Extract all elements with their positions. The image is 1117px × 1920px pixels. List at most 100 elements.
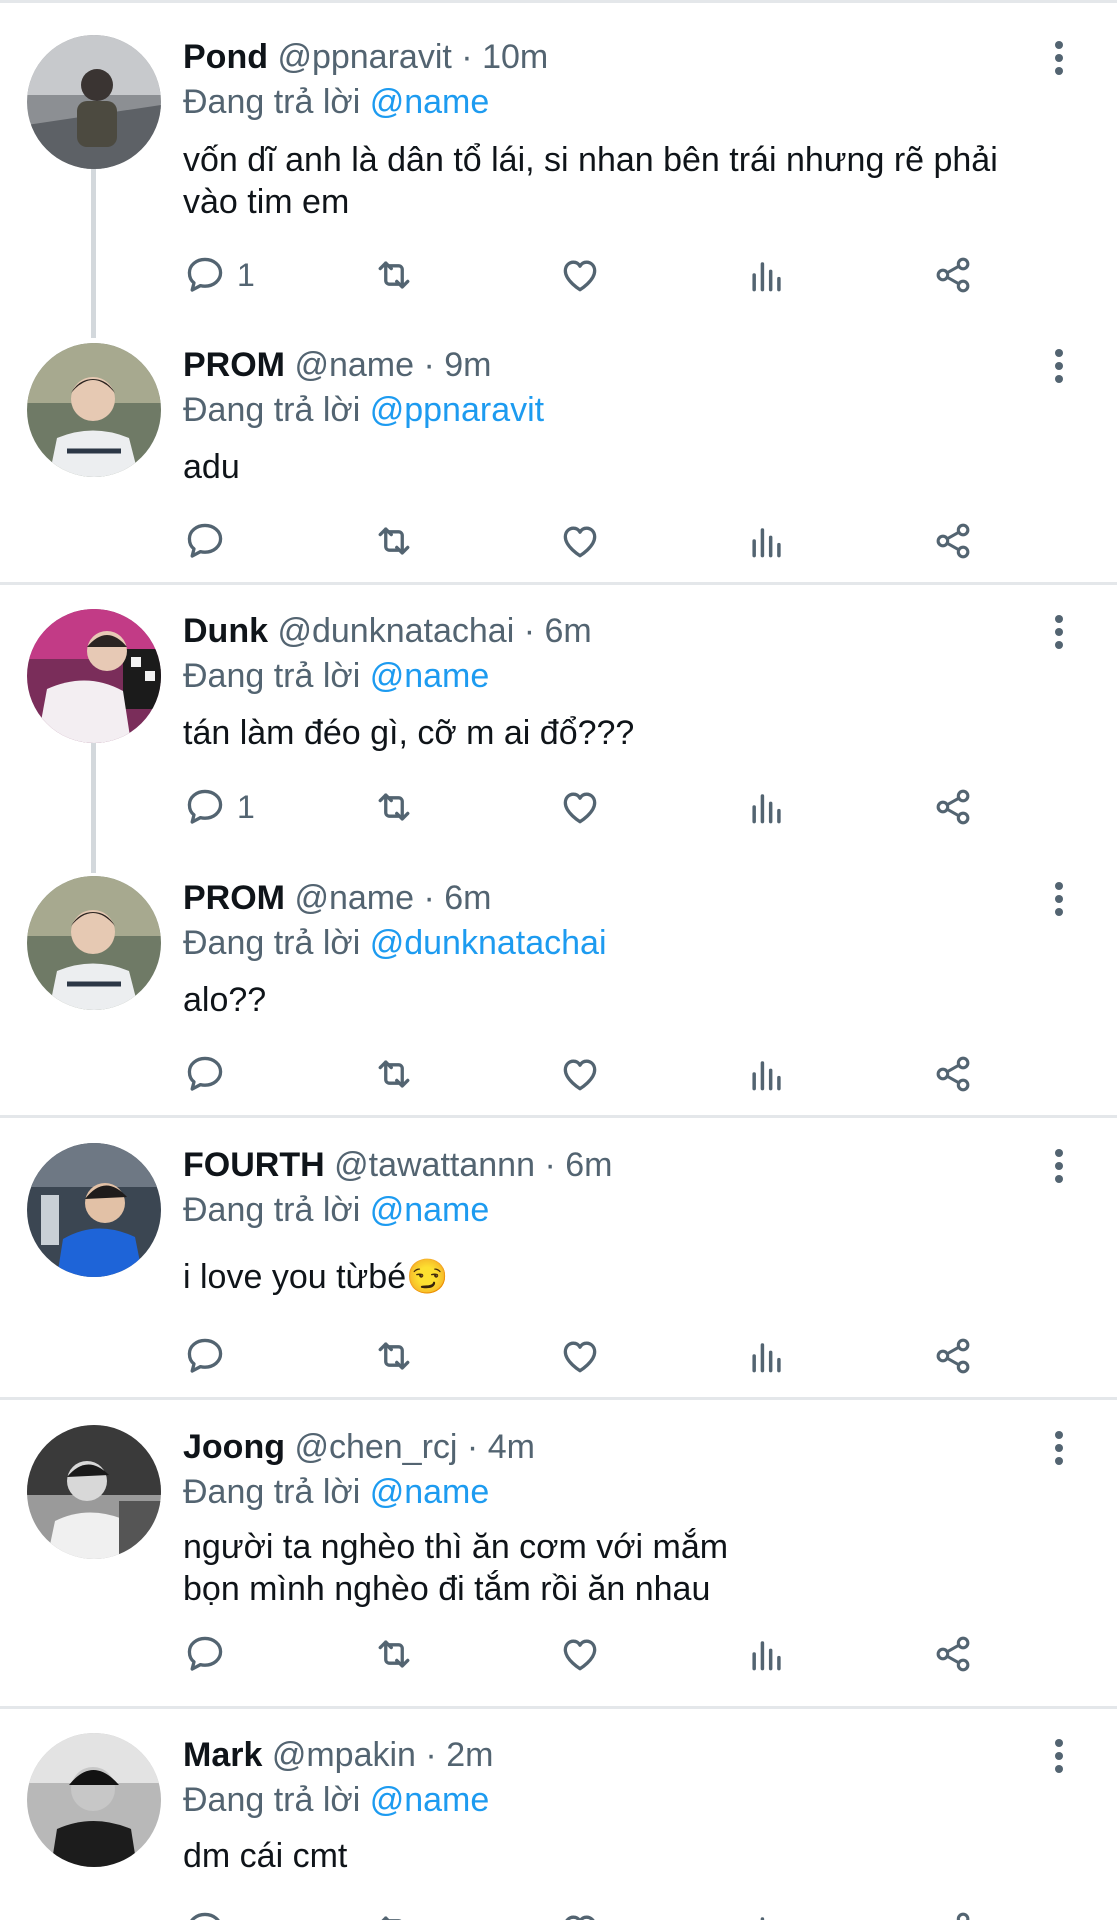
views-button[interactable] [745, 782, 789, 832]
views-icon [752, 1343, 781, 1373]
like-button[interactable] [558, 782, 602, 832]
tweet[interactable]: Pond @ppnaravit · 10m Đang trả lời @name… [0, 35, 1117, 305]
retweet-button[interactable] [372, 1049, 416, 1099]
display-name[interactable]: Mark [183, 1736, 262, 1774]
retweet-icon [378, 527, 410, 555]
reply-count: 1 [237, 256, 255, 293]
views-button[interactable] [745, 1629, 789, 1679]
handle[interactable]: @name [294, 879, 414, 917]
avatar[interactable] [27, 609, 161, 743]
more-vertical-icon[interactable] [1049, 882, 1069, 918]
more-vertical-icon[interactable] [1049, 349, 1069, 385]
avatar[interactable] [27, 1143, 161, 1277]
reply-button[interactable]: 1 [183, 250, 255, 300]
more-vertical-icon[interactable] [1049, 1149, 1069, 1185]
replying-to-label: Đang trả lời [183, 657, 361, 695]
avatar[interactable] [27, 1425, 161, 1559]
share-icon [936, 1338, 970, 1374]
reply-button[interactable] [183, 1905, 237, 1920]
views-icon [752, 1061, 781, 1091]
more-vertical-icon[interactable] [1049, 615, 1069, 651]
views-button[interactable] [745, 1905, 789, 1920]
tweet-text: người ta nghèo thì ăn cơm với mắm bọn mì… [183, 1528, 729, 1608]
timestamp[interactable]: 2m [446, 1736, 493, 1774]
share-button[interactable] [931, 516, 975, 566]
timestamp[interactable]: 6m [544, 612, 591, 650]
replying-to-handle[interactable]: @name [370, 1191, 490, 1229]
timestamp[interactable]: 4m [488, 1428, 535, 1466]
timestamp[interactable]: 9m [444, 346, 491, 384]
avatar[interactable] [27, 35, 161, 169]
share-button[interactable] [931, 1629, 975, 1679]
avatar[interactable] [27, 343, 161, 477]
avatar[interactable] [27, 1733, 161, 1867]
like-button[interactable] [558, 1049, 602, 1099]
tweet[interactable]: Joong @chen_rcj · 4m Đang trả lời @name … [0, 1425, 1117, 1685]
replying-to-label: Đang trả lời [183, 83, 361, 121]
views-button[interactable] [745, 516, 789, 566]
reply-icon [187, 257, 223, 292]
more-vertical-icon[interactable] [1049, 41, 1069, 77]
replying-to-handle[interactable]: @name [370, 657, 490, 695]
retweet-button[interactable] [372, 250, 416, 300]
retweet-button[interactable] [372, 1629, 416, 1679]
timestamp[interactable]: 10m [482, 38, 548, 76]
tweet[interactable]: FOURTH @tawattannn · 6m Đang trả lời @na… [0, 1143, 1117, 1383]
share-button[interactable] [931, 782, 975, 832]
tweet[interactable]: PROM @name · 9m Đang trả lời @ppnaravit … [0, 343, 1117, 563]
retweet-button[interactable] [372, 1905, 416, 1920]
handle[interactable]: @name [294, 346, 414, 384]
handle[interactable]: @dunknatachai [277, 612, 514, 650]
reply-button[interactable] [183, 1629, 237, 1679]
tweet-header: PROM @name · 9m [183, 346, 492, 384]
views-button[interactable] [745, 250, 789, 300]
handle[interactable]: @chen_rcj [294, 1428, 457, 1466]
retweet-icon [381, 1916, 402, 1920]
reply-button[interactable] [183, 516, 237, 566]
retweet-button[interactable] [372, 1331, 416, 1381]
replying-to-handle[interactable]: @ppnaravit [370, 391, 544, 429]
retweet-button[interactable] [372, 782, 416, 832]
retweet-button[interactable] [372, 516, 416, 566]
more-vertical-icon[interactable] [1049, 1739, 1069, 1775]
reply-button[interactable]: 1 [183, 782, 255, 832]
replying-to-handle[interactable]: @dunknatachai [370, 924, 607, 962]
handle[interactable]: @tawattannn [334, 1146, 535, 1184]
views-button[interactable] [745, 1331, 789, 1381]
reply-button[interactable] [183, 1049, 237, 1099]
divider [0, 1397, 1117, 1400]
display-name[interactable]: Pond [183, 38, 268, 76]
share-button[interactable] [931, 1905, 975, 1920]
reply-button[interactable] [183, 1331, 237, 1381]
like-button[interactable] [558, 250, 602, 300]
tweet[interactable]: PROM @name · 6m Đang trả lời @dunknatach… [0, 876, 1117, 1096]
handle[interactable]: @ppnaravit [277, 38, 451, 76]
share-button[interactable] [931, 250, 975, 300]
like-button[interactable] [558, 1331, 602, 1381]
display-name[interactable]: PROM [183, 346, 285, 384]
display-name[interactable]: PROM [183, 879, 285, 917]
display-name[interactable]: Dunk [183, 612, 268, 650]
tweet-header: Mark @mpakin · 2m [183, 1736, 494, 1774]
display-name[interactable]: FOURTH [183, 1146, 325, 1184]
handle[interactable]: @mpakin [272, 1736, 416, 1774]
more-vertical-icon[interactable] [1049, 1431, 1069, 1467]
share-button[interactable] [931, 1049, 975, 1099]
replying-to-handle[interactable]: @name [370, 83, 490, 121]
avatar[interactable] [27, 876, 161, 1010]
timestamp[interactable]: 6m [565, 1146, 612, 1184]
replying-to-handle[interactable]: @name [370, 1473, 490, 1511]
display-name[interactable]: Joong [183, 1428, 285, 1466]
like-button[interactable] [558, 516, 602, 566]
share-icon [936, 1636, 970, 1672]
tweet[interactable]: Dunk @dunknatachai · 6m Đang trả lời @na… [0, 609, 1117, 829]
timestamp[interactable]: 6m [444, 879, 491, 917]
share-button[interactable] [931, 1331, 975, 1381]
like-button[interactable] [558, 1905, 602, 1920]
replying-to: Đang trả lời @name [183, 1190, 489, 1230]
views-button[interactable] [745, 1049, 789, 1099]
replying-to-handle[interactable]: @name [370, 1781, 490, 1819]
share-icon [936, 789, 970, 825]
like-button[interactable] [558, 1629, 602, 1679]
tweet[interactable]: Mark @mpakin · 2m Đang trả lời @name dm … [0, 1733, 1117, 1920]
